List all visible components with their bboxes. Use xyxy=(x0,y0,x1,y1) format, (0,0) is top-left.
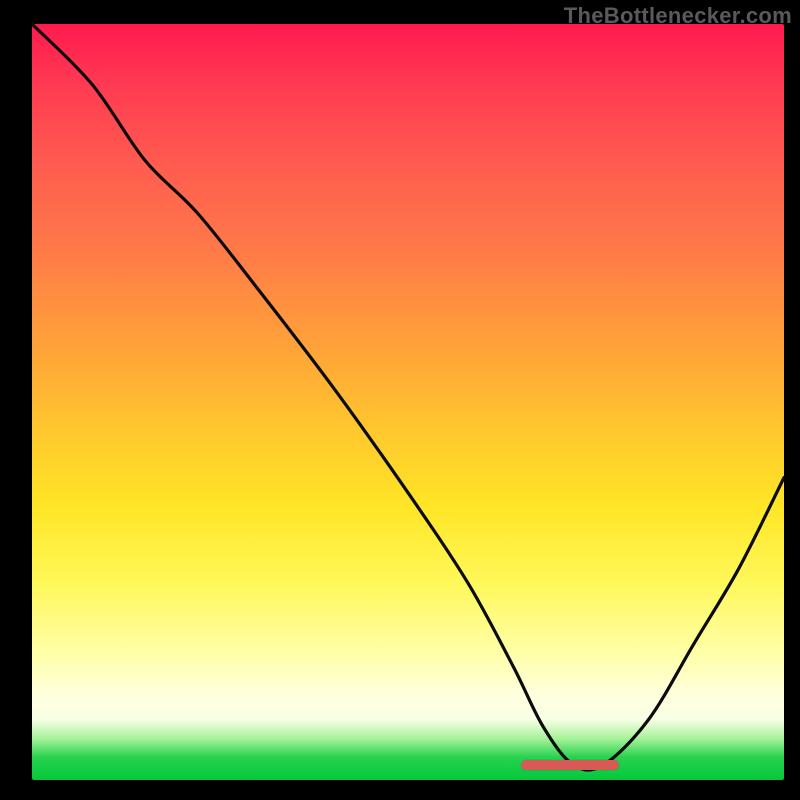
bottleneck-curve xyxy=(32,24,784,780)
plot-area xyxy=(32,24,784,780)
chart-container: TheBottlenecker.com xyxy=(0,0,800,800)
source-attribution: TheBottlenecker.com xyxy=(564,3,792,29)
optimal-range-marker xyxy=(521,760,619,770)
